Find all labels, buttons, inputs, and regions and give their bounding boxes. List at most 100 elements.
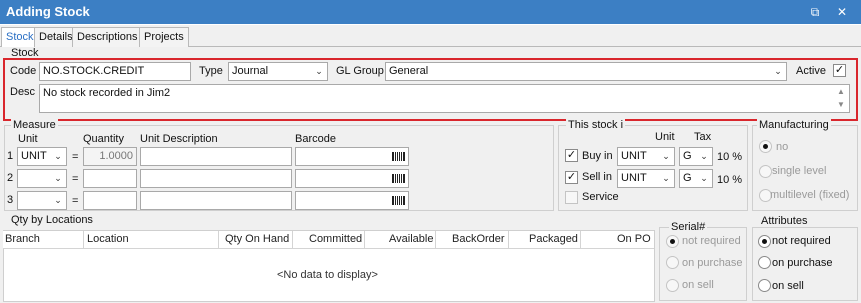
code-label: Code bbox=[10, 65, 37, 77]
chevron-down-icon[interactable]: ⌄ bbox=[660, 148, 672, 165]
column-header-backorder[interactable]: BackOrder bbox=[452, 233, 505, 245]
active-checkbox[interactable]: ✓ bbox=[833, 64, 846, 77]
measure-unit-select[interactable]: ⌄ bbox=[17, 191, 67, 210]
sell-tax-select[interactable]: G ⌄ bbox=[679, 169, 713, 188]
chevron-down-icon[interactable]: ⌄ bbox=[698, 148, 710, 165]
column-header-branch[interactable]: Branch bbox=[5, 233, 40, 245]
column-separator bbox=[218, 231, 219, 249]
chevron-down-icon[interactable]: ⌄ bbox=[772, 63, 784, 80]
column-header-packaged[interactable]: Packaged bbox=[529, 233, 578, 245]
scroll-down-icon[interactable]: ▼ bbox=[835, 99, 847, 111]
measure-unit-desc-field[interactable] bbox=[140, 191, 292, 210]
sell-in-checkbox[interactable]: ✓ bbox=[565, 171, 578, 184]
serial-on-purchase-label: on purchase bbox=[682, 257, 743, 269]
serial-on-sell-radio[interactable] bbox=[666, 279, 679, 292]
chevron-down-icon[interactable]: ⌄ bbox=[698, 170, 710, 187]
measure-barcode-field[interactable] bbox=[295, 147, 409, 166]
barcode-icon[interactable] bbox=[392, 152, 405, 161]
column-header-committed[interactable]: Committed bbox=[309, 233, 362, 245]
this-stock-tax-header: Tax bbox=[694, 131, 712, 143]
column-separator bbox=[435, 231, 436, 249]
measure-quantity-field[interactable] bbox=[83, 191, 137, 210]
measure-group-label: Measure bbox=[11, 119, 58, 131]
serial-on-sell-label: on sell bbox=[682, 279, 714, 291]
chevron-down-icon[interactable]: ⌄ bbox=[52, 148, 64, 165]
measure-barcode-field[interactable] bbox=[295, 191, 409, 210]
buy-in-label: Buy in bbox=[582, 150, 613, 162]
qty-grid-header: Branch Location Qty On Hand Committed Av… bbox=[3, 231, 654, 249]
scroll-up-icon[interactable]: ▲ bbox=[835, 86, 847, 98]
serial-not-required-label: not required bbox=[682, 235, 741, 247]
attributes-on-sell-radio[interactable] bbox=[758, 279, 771, 292]
serial-on-purchase-radio[interactable] bbox=[666, 256, 679, 269]
tab-bar: Stock Details Descriptions Projects bbox=[0, 25, 861, 48]
equals-sign: = bbox=[72, 151, 79, 163]
sell-unit-select[interactable]: UNIT ⌄ bbox=[617, 169, 675, 188]
measure-quantity-field[interactable] bbox=[83, 169, 137, 188]
column-separator bbox=[508, 231, 509, 249]
tab-stock[interactable]: Stock bbox=[1, 27, 39, 48]
attributes-on-sell-label: on sell bbox=[772, 280, 804, 292]
barcode-icon[interactable] bbox=[392, 196, 405, 205]
column-header-available[interactable]: Available bbox=[389, 233, 433, 245]
measure-unit-select[interactable]: UNIT ⌄ bbox=[17, 147, 67, 166]
no-data-message: <No data to display> bbox=[277, 269, 378, 281]
gl-group-label: GL Group bbox=[336, 65, 384, 77]
manufacturing-single-radio[interactable] bbox=[759, 165, 772, 178]
attributes-not-required-radio[interactable] bbox=[758, 235, 771, 248]
attributes-on-purchase-radio[interactable] bbox=[758, 256, 771, 269]
buy-in-checkbox[interactable]: ✓ bbox=[565, 149, 578, 162]
code-field[interactable]: NO.STOCK.CREDIT bbox=[39, 62, 191, 81]
attributes-on-purchase-label: on purchase bbox=[772, 257, 833, 269]
window-title: Adding Stock bbox=[6, 4, 90, 19]
column-separator bbox=[580, 231, 581, 249]
buy-tax-value: G bbox=[683, 150, 692, 162]
chevron-down-icon[interactable]: ⌄ bbox=[660, 170, 672, 187]
buy-unit-select[interactable]: UNIT ⌄ bbox=[617, 147, 675, 166]
column-separator bbox=[83, 231, 84, 249]
desc-field[interactable]: No stock recorded in Jim2 ▲ ▼ bbox=[39, 84, 850, 113]
close-icon[interactable]: ✕ bbox=[833, 3, 851, 21]
chevron-down-icon[interactable]: ⌄ bbox=[313, 63, 325, 80]
chevron-down-icon[interactable]: ⌄ bbox=[52, 170, 64, 187]
column-header-on-po[interactable]: On PO bbox=[617, 233, 651, 245]
manufacturing-group-label: Manufacturing bbox=[757, 119, 831, 131]
manufacturing-multilevel-label: multilevel (fixed) bbox=[770, 189, 850, 201]
barcode-icon[interactable] bbox=[392, 174, 405, 183]
measure-barcode-field[interactable] bbox=[295, 169, 409, 188]
column-header-qty-on-hand[interactable]: Qty On Hand bbox=[225, 233, 289, 245]
type-select[interactable]: Journal ⌄ bbox=[228, 62, 328, 81]
measure-unit-desc-field[interactable] bbox=[140, 147, 292, 166]
attributes-group-label: Attributes bbox=[759, 215, 810, 227]
manufacturing-no-radio[interactable] bbox=[759, 140, 772, 153]
qty-by-locations-label: Qty by Locations bbox=[11, 214, 93, 226]
tab-descriptions[interactable]: Descriptions bbox=[72, 27, 143, 47]
column-header-location[interactable]: Location bbox=[87, 233, 129, 245]
stock-tab-panel: Stock Code NO.STOCK.CREDIT Type Journal … bbox=[0, 47, 861, 303]
active-label: Active bbox=[796, 65, 826, 77]
chevron-down-icon[interactable]: ⌄ bbox=[52, 192, 64, 209]
this-stock-group-label: This stock i bbox=[566, 119, 626, 131]
service-checkbox[interactable] bbox=[565, 191, 578, 204]
measure-quantity-field[interactable]: 1.0000 bbox=[83, 147, 137, 166]
measure-unit-desc-field[interactable] bbox=[140, 169, 292, 188]
buy-tax-select[interactable]: G ⌄ bbox=[679, 147, 713, 166]
sell-tax-percent: 10 % bbox=[717, 174, 743, 186]
measure-row-number: 3 bbox=[7, 194, 14, 206]
manufacturing-no-label: no bbox=[776, 141, 789, 153]
measure-unit-select[interactable]: ⌄ bbox=[17, 169, 67, 188]
desc-label: Desc bbox=[10, 86, 36, 98]
serial-not-required-radio[interactable] bbox=[666, 235, 679, 248]
measure-unit-desc-header: Unit Description bbox=[140, 133, 218, 145]
gl-group-select[interactable]: General ⌄ bbox=[385, 62, 787, 81]
service-label: Service bbox=[582, 191, 619, 203]
tab-projects[interactable]: Projects bbox=[139, 27, 189, 47]
measure-row-number: 2 bbox=[7, 172, 14, 184]
this-stock-unit-header: Unit bbox=[655, 131, 675, 143]
restore-icon[interactable]: ⧉ bbox=[806, 3, 824, 21]
manufacturing-single-label: single level bbox=[772, 165, 827, 177]
measure-barcode-header: Barcode bbox=[295, 133, 336, 145]
type-label: Type bbox=[199, 65, 223, 77]
attributes-not-required-label: not required bbox=[772, 235, 831, 247]
buy-unit-value: UNIT bbox=[621, 150, 647, 162]
